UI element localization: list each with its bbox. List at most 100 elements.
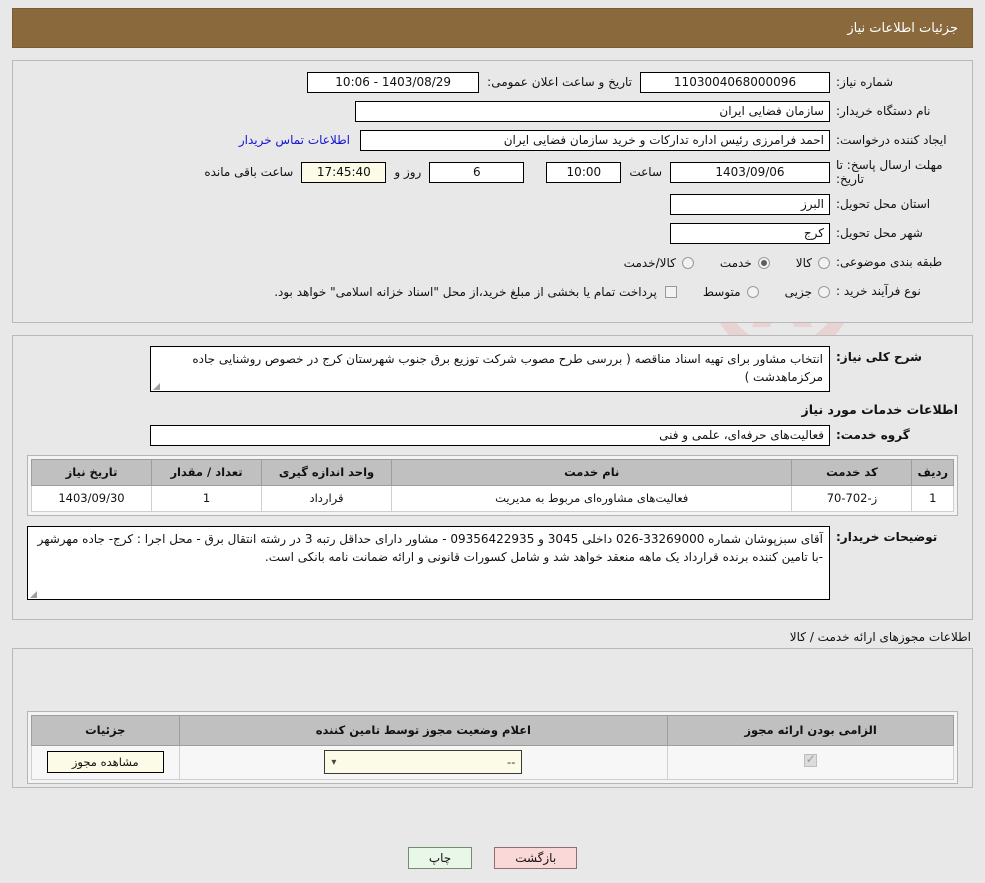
process-option-medium[interactable]: متوسط [703,285,759,299]
row-description: شرح کلی نیاز: انتخاب مشاور برای تهیه اسن… [27,345,958,392]
cell-license-details: مشاهده مجوز [31,744,180,780]
buyer-org-label: نام دستگاه خریدار: [836,103,931,118]
col-unit: واحد اندازه گیری [261,458,392,486]
buyer-notes-label: توضیحات خریدار: [836,529,938,544]
need-info-panel: شماره نیاز: 1103004068000096 تاریخ و ساع… [12,60,973,323]
services-table-wrapper: ردیف کد خدمت نام خدمت واحد اندازه گیری ت… [27,454,958,516]
process-type-label: نوع فرآیند خرید : [836,284,921,299]
treasury-note-item: پرداخت تمام یا بخشی از مبلغ خرید،از محل … [274,285,677,299]
category-option-label: خدمت [719,255,752,270]
row-service-group: گروه خدمت: فعالیت‌های حرفه‌ای، علمی و فن… [27,425,958,447]
countdown-field: 17:45:40 [301,161,387,183]
category-option-label: کالا [795,255,812,270]
countdown-label: ساعت باقی مانده [204,165,294,180]
license-required-checkbox-icon [804,751,818,768]
cell-name: فعالیت‌های مشاوره‌ای مربوط به مدیریت [390,484,793,512]
category-option-service[interactable]: خدمت [720,256,770,270]
cell-row: 1 [911,484,954,512]
category-radio-group: کالا خدمت کالا/خدمت [598,256,830,270]
table-row: ▾ -- مشاهده مجوز [31,744,954,780]
licenses-section-title: اطلاعات مجوزهای ارائه خدمت / کالا [789,629,971,644]
category-option-goods-service[interactable]: کالا/خدمت [624,256,694,270]
deadline-time-field[interactable]: 10:00 [546,161,622,183]
col-row: ردیف [911,458,954,486]
category-label: طبقه بندی موضوعی: [836,255,943,270]
col-license-required: الزامی بودن ارائه مجوز [667,714,954,746]
footer-actions: بازگشت چاپ [0,847,985,869]
cell-date: 1403/09/30 [31,484,152,512]
description-label: شرح کلی نیاز: [836,349,922,364]
table-header-row: الزامی بودن ارائه مجوز اعلام وضعیت مجوز … [31,714,954,746]
print-button[interactable]: چاپ [407,847,473,869]
col-quantity: تعداد / مقدار [151,458,262,486]
service-group-label: گروه خدمت: [836,428,910,443]
col-license-details: جزئیات [31,714,180,746]
province-label: استان محل تحویل: [836,197,931,212]
cell-license-required [667,744,954,780]
col-name: نام خدمت [390,458,793,486]
process-option-label: متوسط [702,284,741,299]
licenses-panel: الزامی بودن ارائه مجوز اعلام وضعیت مجوز … [12,647,973,788]
city-field[interactable]: کرج [670,223,830,245]
description-textarea[interactable]: انتخاب مشاور برای تهیه اسناد مناقصه ( بر… [150,345,830,392]
view-license-button[interactable]: مشاهده مجوز [46,751,164,774]
col-code: کد خدمت [791,458,913,486]
radio-icon-selected[interactable] [757,256,770,269]
col-date: تاریخ نیاز [31,458,152,486]
buyer-notes-textarea[interactable]: آقای سبزپوشان شماره 33269000-026 داخلی 3… [27,525,830,600]
creator-field[interactable]: احمد فرامرزی رئیس اداره تدارکات و خرید س… [360,129,830,151]
licenses-table: الزامی بودن ارائه مجوز اعلام وضعیت مجوز … [31,714,954,780]
licenses-table-wrapper: الزامی بودن ارائه مجوز اعلام وضعیت مجوز … [27,710,958,784]
remaining-days-field[interactable]: 6 [429,161,525,183]
license-status-value: -- [507,755,516,770]
row-city: شهر محل تحویل: کرج [27,223,958,245]
category-option-goods[interactable]: کالا [796,256,830,270]
row-creator: ایجاد کننده درخواست: احمد فرامرزی رئیس ا… [27,129,958,151]
process-radio-group: جزیی متوسط پرداخت تمام یا بخشی از مبلغ خ… [274,285,830,299]
table-header-row: ردیف کد خدمت نام خدمت واحد اندازه گیری ت… [31,458,954,486]
deadline-label: مهلت ارسال پاسخ: تا تاریخ: [836,158,943,187]
row-process-type: نوع فرآیند خرید : جزیی متوسط پرداخت تمام… [27,281,958,303]
services-table: ردیف کد خدمت نام خدمت واحد اندازه گیری ت… [31,458,954,512]
creator-label: ایجاد کننده درخواست: [836,132,947,147]
cell-quantity: 1 [151,484,262,512]
radio-icon[interactable] [681,256,694,269]
treasury-checkbox-icon[interactable] [664,285,677,298]
need-number-label: شماره نیاز: [836,74,893,89]
service-group-field[interactable]: فعالیت‌های حرفه‌ای، علمی و فنی [150,425,830,447]
row-buyer-org: نام دستگاه خریدار: سازمان فضایی ایران [27,100,958,122]
back-button[interactable]: بازگشت [494,847,578,869]
license-status-dropdown[interactable]: ▾ -- [324,750,523,775]
cell-license-status: ▾ -- [178,744,669,780]
table-row: 1 ز-702-70 فعالیت‌های مشاوره‌ای مربوط به… [31,484,954,512]
row-deadline: مهلت ارسال پاسخ: تا تاریخ: 1403/09/06 سا… [27,158,958,187]
city-label: شهر محل تحویل: [836,226,923,241]
category-option-label: کالا/خدمت [623,255,676,270]
row-buyer-notes: توضیحات خریدار: آقای سبزپوشان شماره 3326… [27,525,958,600]
hour-label: ساعت [629,165,662,180]
buyer-contact-link[interactable]: اطلاعات تماس خریدار [239,133,350,147]
treasury-note-text: پرداخت تمام یا بخشی از مبلغ خرید،از محل … [274,284,657,299]
province-field[interactable]: البرز [670,194,830,216]
radio-icon[interactable] [746,285,759,298]
services-panel: شرح کلی نیاز: انتخاب مشاور برای تهیه اسن… [12,334,973,620]
announce-datetime-field[interactable]: 1403/08/29 - 10:06 [307,71,480,93]
radio-icon[interactable] [818,256,830,269]
announce-label: تاریخ و ساعت اعلان عمومی: [487,75,632,89]
need-number-field[interactable]: 1103004068000096 [640,71,830,93]
deadline-date-field[interactable]: 1403/09/06 [670,161,830,183]
row-province: استان محل تحویل: البرز [27,194,958,216]
page-title: جزئیات اطلاعات نیاز [847,20,958,36]
cell-code: ز-702-70 [791,484,913,512]
process-option-label: جزیی [784,284,812,299]
buyer-org-field[interactable]: سازمان فضایی ایران [355,100,830,122]
row-category: طبقه بندی موضوعی: کالا خدمت کالا/خدمت [27,252,958,274]
services-section-title: اطلاعات خدمات مورد نیاز [801,401,959,417]
page-header-bar: جزئیات اطلاعات نیاز [12,8,973,48]
radio-icon[interactable] [818,285,830,298]
cell-unit: قرارداد [261,484,392,512]
days-label: روز و [394,165,422,180]
row-need-number: شماره نیاز: 1103004068000096 تاریخ و ساع… [27,71,958,93]
process-option-minor[interactable]: جزیی [785,285,830,299]
col-license-status: اعلام وضعیت مجوز توسط تامین کننده [178,714,669,746]
